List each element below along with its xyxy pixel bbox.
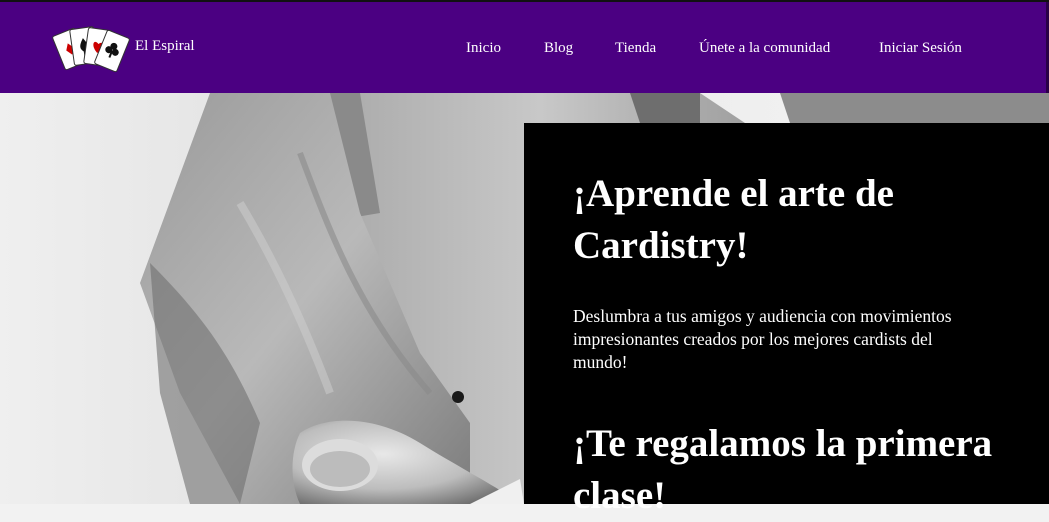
nav-tienda[interactable]: Tienda [615, 40, 656, 57]
brand-name[interactable]: El Espiral [135, 38, 195, 55]
hero-description: Deslumbra a tus amigos y audiencia con m… [573, 306, 952, 372]
nav-blog[interactable]: Blog [544, 40, 573, 57]
navbar: El Espiral Inicio Blog Tienda Únete a la… [0, 2, 1049, 93]
nav-inicio[interactable]: Inicio [466, 40, 501, 57]
hero-title: ¡Aprende el arte de Cardistry! [573, 172, 894, 267]
playing-cards-logo-icon[interactable] [50, 25, 130, 75]
nav-unete-comunidad[interactable]: Únete a la comunidad [699, 40, 830, 57]
nav-iniciar-sesion[interactable]: Iniciar Sesión [879, 40, 962, 57]
hero-subtitle: ¡Te regalamos la primera clase! [573, 422, 993, 517]
